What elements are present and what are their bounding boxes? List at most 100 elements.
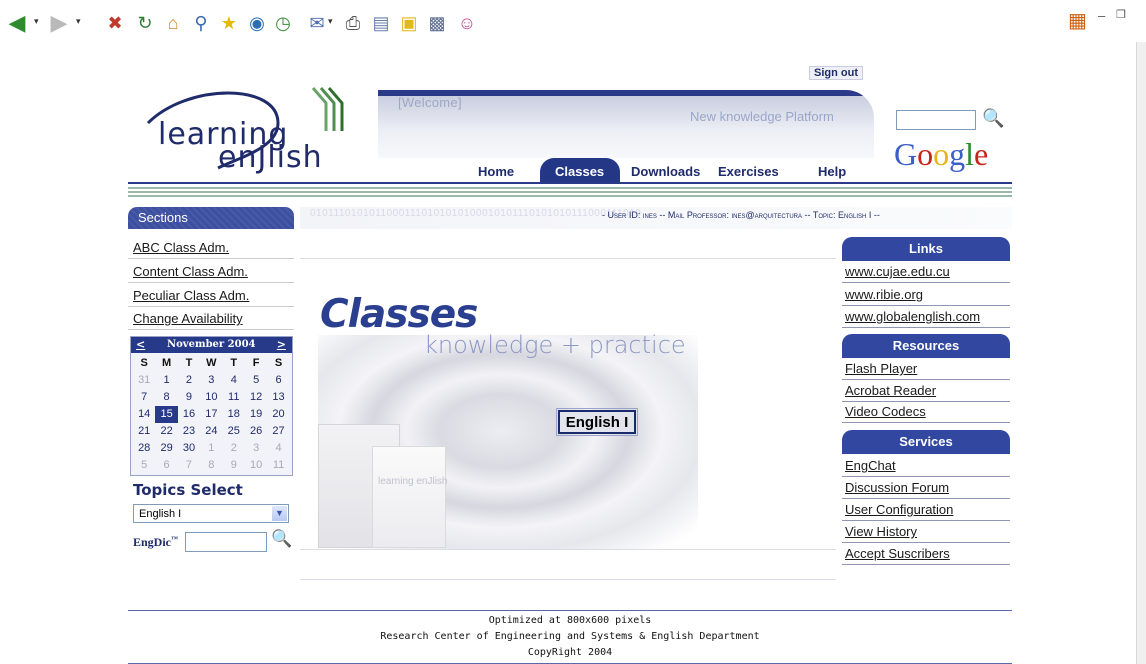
forward-dropdown-icon[interactable]: ▾	[76, 16, 81, 27]
calendar-day[interactable]: 2	[223, 440, 245, 457]
calendar-day[interactable]: 6	[267, 372, 289, 389]
home-icon[interactable]: ⌂	[162, 12, 184, 34]
sign-out-label: Sign out	[809, 66, 863, 80]
calendar-day[interactable]: 2	[178, 372, 200, 389]
calendar-day[interactable]: 11	[267, 457, 289, 474]
calendar-day[interactable]: 8	[200, 457, 222, 474]
footer-department: Research Center of Engineering and Syste…	[380, 631, 760, 642]
nav-home[interactable]: Home	[478, 164, 514, 179]
link-cujae[interactable]: www.cujae.edu.cu	[845, 264, 950, 279]
calendar-day[interactable]: 29	[155, 440, 177, 457]
calendar-day[interactable]: 15	[155, 406, 178, 423]
calendar-day[interactable]: 28	[133, 440, 155, 457]
calendar-day[interactable]: 9	[178, 389, 200, 406]
service-user-configuration[interactable]: User Configuration	[845, 502, 953, 517]
calendar-day[interactable]: 23	[178, 423, 200, 440]
nav-exercises[interactable]: Exercises	[718, 164, 779, 179]
left-nav-change-availability[interactable]: Change Availability	[133, 311, 243, 326]
scrollbar[interactable]	[1136, 42, 1146, 664]
calendar-day[interactable]: 1	[155, 372, 177, 389]
calendar-day[interactable]: 26	[245, 423, 267, 440]
calendar-day[interactable]: 27	[267, 423, 289, 440]
refresh-icon[interactable]: ↻	[134, 12, 156, 34]
left-nav-peculiar-class-adm[interactable]: Peculiar Class Adm.	[133, 288, 249, 303]
service-discussion-forum[interactable]: Discussion Forum	[845, 480, 949, 495]
calendar-day[interactable]: 7	[133, 389, 155, 406]
print-icon[interactable]: ⎙	[342, 12, 364, 34]
service-accept-suscribers[interactable]: Accept Suscribers	[845, 546, 950, 561]
calendar-day[interactable]: 19	[245, 406, 267, 423]
calendar-day[interactable]: 7	[178, 457, 200, 474]
calendar-day[interactable]: 8	[155, 389, 177, 406]
calendar-day[interactable]: 14	[133, 406, 155, 423]
calendar-day[interactable]: 4	[223, 372, 245, 389]
calendar-header: < November 2004 >	[131, 337, 292, 353]
service-view-history[interactable]: View History	[845, 524, 917, 539]
research-icon[interactable]: ▩	[426, 12, 448, 34]
back-icon[interactable]: ◀	[6, 12, 28, 34]
media-icon[interactable]: ◉	[246, 12, 268, 34]
calendar-day[interactable]: 6	[155, 457, 177, 474]
magnifier-icon[interactable]: 🔍	[982, 108, 1004, 129]
calendar-day[interactable]: 13	[267, 389, 289, 406]
calendar-day[interactable]: 10	[200, 389, 222, 406]
chevron-down-icon[interactable]: ▼	[272, 506, 287, 521]
messenger-icon[interactable]: ☺	[456, 12, 478, 34]
calendar-day[interactable]: 11	[223, 389, 245, 406]
topic-select[interactable]: English I ▼	[133, 504, 289, 523]
discuss-icon[interactable]: ▣	[398, 12, 420, 34]
minimize-icon[interactable]: –	[1098, 8, 1105, 23]
calendar-day[interactable]: 24	[200, 423, 222, 440]
magnifier-icon[interactable]: 🔍	[271, 529, 292, 549]
calendar-day[interactable]: 4	[267, 440, 289, 457]
restore-icon[interactable]: ❐	[1116, 8, 1126, 21]
calendar-prev-link[interactable]: <	[136, 338, 145, 351]
search-icon[interactable]: ⚲	[190, 12, 212, 34]
calendar-next-link[interactable]: >	[277, 338, 286, 351]
calendar-day[interactable]: 10	[245, 457, 267, 474]
link-globalenglish[interactable]: www.globalenglish.com	[845, 309, 980, 324]
left-nav-content-class-adm[interactable]: Content Class Adm.	[133, 264, 248, 279]
calendar-day[interactable]: 12	[245, 389, 267, 406]
calendar-day[interactable]: 25	[223, 423, 245, 440]
mail-icon[interactable]: ✉	[306, 12, 328, 34]
resource-flash-player[interactable]: Flash Player	[845, 361, 917, 376]
calendar-day[interactable]: 9	[223, 457, 245, 474]
nav-classes[interactable]: Classes	[555, 164, 604, 179]
calendar-day[interactable]: 21	[133, 423, 155, 440]
google-search-input[interactable]	[896, 110, 976, 130]
calendar-day[interactable]: 17	[200, 406, 222, 423]
divider	[300, 579, 836, 580]
calendar-day[interactable]: 3	[200, 372, 222, 389]
nav-help[interactable]: Help	[818, 164, 846, 179]
nav-downloads[interactable]: Downloads	[631, 164, 700, 179]
back-dropdown-icon[interactable]: ▾	[34, 16, 39, 27]
calendar-day[interactable]: 1	[200, 440, 222, 457]
calendar-day[interactable]: 18	[223, 406, 245, 423]
engdic-input[interactable]	[185, 532, 267, 552]
calendar-day[interactable]: 20	[267, 406, 289, 423]
calendar-day[interactable]: 5	[245, 372, 267, 389]
stop-icon[interactable]: ✖	[104, 12, 126, 34]
link-ribie[interactable]: www.ribie.org	[845, 287, 923, 302]
resource-video-codecs[interactable]: Video Codecs	[845, 404, 926, 419]
left-nav-abc-class-adm[interactable]: ABC Class Adm.	[133, 240, 229, 255]
calendar-day[interactable]: 31	[133, 372, 155, 389]
forward-icon[interactable]: ▶	[48, 12, 70, 34]
google-logo[interactable]: Google	[894, 136, 988, 173]
favorites-icon[interactable]: ★	[218, 12, 240, 34]
calendar-day[interactable]: 22	[155, 423, 177, 440]
calendar-day[interactable]: 3	[245, 440, 267, 457]
english-i-button[interactable]: English I	[556, 408, 638, 436]
history-icon[interactable]: ◷	[272, 12, 294, 34]
service-engchat[interactable]: EngChat	[845, 458, 896, 473]
mail-dropdown-icon[interactable]: ▾	[328, 16, 333, 27]
calendar-day[interactable]: 16	[178, 406, 200, 423]
sign-out-button[interactable]: Sign out	[793, 64, 863, 82]
edit-icon[interactable]: ▤	[370, 12, 392, 34]
calendar-day[interactable]: 5	[133, 457, 155, 474]
divider	[842, 327, 1010, 328]
calendar-day[interactable]: 30	[178, 440, 200, 457]
resource-acrobat-reader[interactable]: Acrobat Reader	[845, 383, 936, 398]
sections-header: Sections	[128, 207, 294, 229]
